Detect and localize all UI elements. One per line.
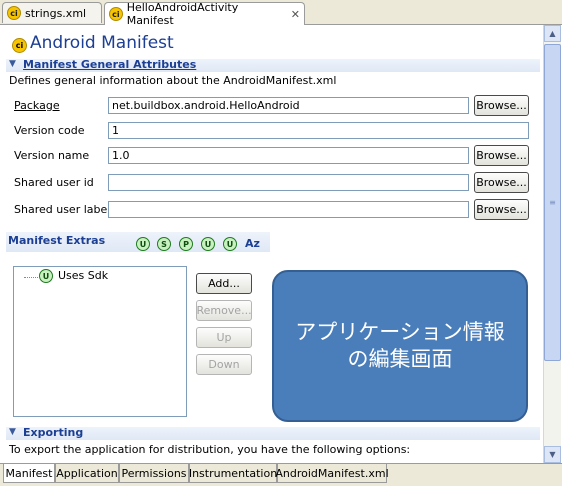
package-field[interactable]: net.buildbox.android.HelloAndroid <box>108 97 469 114</box>
uses-sdk-icon: U <box>39 269 53 283</box>
section-title: Exporting <box>23 426 84 439</box>
section-title: Manifest General Attributes <box>23 58 197 71</box>
down-button[interactable]: Down <box>196 354 252 375</box>
collapse-twisty-icon[interactable]: ▼ <box>9 427 16 437</box>
shared-user-id-label: Shared user id <box>14 176 94 189</box>
add-button[interactable]: Add... <box>196 273 252 294</box>
page-tab-bar: Manifest Application Permissions Instrum… <box>0 463 562 486</box>
exporting-section-header[interactable]: ▼ Exporting <box>6 426 540 440</box>
add-uses-element-icon[interactable]: U <box>136 237 150 251</box>
scroll-thumb[interactable]: ≡ <box>544 44 561 361</box>
shared-user-label-field[interactable] <box>108 201 469 218</box>
add-uses-sdk-icon[interactable]: S <box>157 237 171 251</box>
add-uses-permission-icon[interactable]: U <box>201 237 215 251</box>
up-button[interactable]: Up <box>196 327 252 348</box>
tree-item-uses-sdk[interactable]: Uses Sdk <box>58 269 108 282</box>
add-uses-configuration-icon[interactable]: U <box>223 237 237 251</box>
browse-shared-user-id-button[interactable]: Browse... <box>474 172 529 193</box>
vertical-scrollbar[interactable]: ▲ ≡ ▼ <box>543 25 561 463</box>
version-code-field[interactable]: 1 <box>108 122 529 139</box>
tree-connector <box>24 271 38 278</box>
section-description: Defines general information about the An… <box>9 74 337 87</box>
sort-az-icon[interactable]: Az <box>245 237 260 250</box>
annotation-callout: アプリケーション情報 の編集画面 <box>272 270 528 422</box>
package-link[interactable]: Package <box>14 99 60 112</box>
callout-line-2: の編集画面 <box>347 347 453 371</box>
tab-manifest[interactable]: ci HelloAndroidActivity Manifest ✕ <box>104 1 305 27</box>
browse-shared-user-label-button[interactable]: Browse... <box>474 199 529 220</box>
remove-button[interactable]: Remove... <box>196 300 252 321</box>
shared-user-id-field[interactable] <box>108 174 469 191</box>
add-permission-icon[interactable]: P <box>179 237 193 251</box>
browse-version-name-button[interactable]: Browse... <box>474 145 529 166</box>
tab-application[interactable]: Application <box>55 464 119 483</box>
tab-manifest-page[interactable]: Manifest <box>3 464 55 483</box>
android-file-icon: ci <box>7 6 21 20</box>
tab-permissions[interactable]: Permissions <box>119 464 189 483</box>
close-icon[interactable]: ✕ <box>291 8 300 21</box>
manifest-editor: ci Android Manifest ▼ Manifest General A… <box>0 25 543 463</box>
tab-strings-xml[interactable]: ci strings.xml <box>2 2 102 23</box>
browse-package-button[interactable]: Browse... <box>474 95 529 116</box>
scroll-down-icon[interactable]: ▼ <box>544 446 561 463</box>
tab-label: HelloAndroidActivity Manifest <box>126 1 239 27</box>
version-name-field[interactable]: 1.0 <box>108 147 469 164</box>
page-title: Android Manifest <box>30 33 174 53</box>
editor-tab-bar: ci strings.xml ci HelloAndroidActivity M… <box>0 0 562 27</box>
section-title: Manifest Extras <box>8 234 106 247</box>
general-section-header[interactable]: ▼ Manifest General Attributes <box>6 58 540 72</box>
version-name-label: Version name <box>14 149 90 162</box>
exporting-description: To export the application for distributi… <box>9 443 411 456</box>
tab-androidmanifest-xml[interactable]: AndroidManifest.xml <box>275 464 389 483</box>
extras-tree[interactable]: U Uses Sdk <box>13 266 187 417</box>
tab-label: strings.xml <box>25 6 87 20</box>
shared-user-label-label: Shared user label <box>14 203 111 216</box>
version-code-label: Version code <box>14 124 85 137</box>
scroll-up-icon[interactable]: ▲ <box>544 25 561 42</box>
android-manifest-icon: ci <box>12 38 27 53</box>
callout-line-1: アプリケーション情報 <box>295 320 505 344</box>
android-file-icon: ci <box>109 7 123 21</box>
collapse-twisty-icon[interactable]: ▼ <box>9 59 16 69</box>
tab-instrumentation[interactable]: Instrumentation <box>189 464 277 483</box>
